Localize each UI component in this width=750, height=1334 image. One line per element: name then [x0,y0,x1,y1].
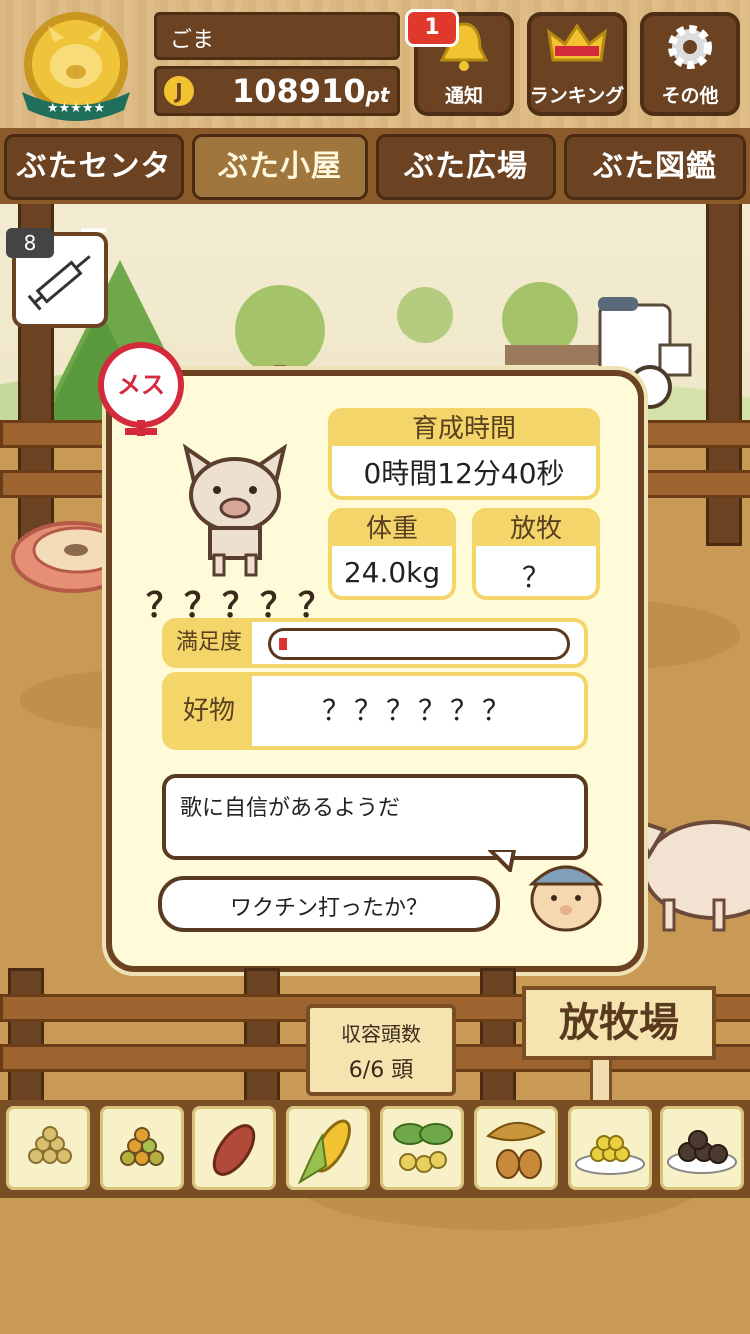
capacity-label: 収容頭数 [341,1022,421,1046]
ranch-sign-button[interactable]: 放牧場 [522,986,716,1060]
comment-bubble-tail [488,850,517,872]
notification-label: 通知 [444,85,483,107]
soybeans-icon [28,1126,72,1164]
food-slot-sweet-potato[interactable] [192,1106,276,1190]
fence-post-bottom-left [8,968,44,1110]
ranking-label: ランキング [529,85,625,107]
growth-time-box: 育成時間 0時間12分40秒 [332,412,596,496]
grazing-value: ？ [521,561,550,594]
pig-name: ？？？？？ [146,586,336,626]
grazing-label: 放牧 [476,512,596,546]
satisfaction-label: 満足度 [166,622,252,664]
notification-badge: 1 [408,12,456,44]
player-rank-medal-icon[interactable]: ★★★★★ [12,8,140,122]
vaccine-count: 8 [6,228,54,258]
growth-time-label: 育成時間 [332,412,596,446]
points-value: 108910pt [232,72,390,110]
tab-buta-center[interactable]: ぶたセンター [4,134,184,250]
satisfaction-box: 満足度 [166,622,584,664]
ranking-button[interactable]: ランキング [527,12,627,116]
food-slot-dark-balls[interactable] [660,1106,744,1190]
mixed-beans-icon [120,1127,164,1166]
growth-time-value: 0時間12分40秒 [363,457,565,490]
tree-small [397,287,453,343]
food-slot-nuts-leaves[interactable] [380,1106,464,1190]
weight-label: 体重 [332,512,452,546]
grazing-box: 放牧 ？ [476,512,596,596]
tab-buta-encyclopedia[interactable]: ぶた図鑑 [564,134,746,200]
piglet-illustration[interactable] [170,440,300,580]
pig-comment-text: 歌に自信があるようだ [180,796,401,821]
sweet-potato-icon [212,1124,256,1176]
crown-icon [527,20,627,87]
female-symbol-bar [125,428,157,435]
dark-balls-plate-icon [667,1130,737,1174]
satisfaction-bar [268,628,570,660]
food-slot-corn[interactable] [286,1106,370,1190]
pig-comment-bubble: 歌に自信があるようだ [162,774,588,860]
weight-value: 24.0kg [343,556,441,589]
username: ごま [170,28,215,53]
other-button[interactable]: その他 [640,12,740,116]
grain-plate-icon [575,1135,645,1175]
favorite-food-box: 好物 ？？？？？？ [166,676,584,746]
food-slot-soybeans[interactable] [6,1106,90,1190]
acorn-icon [486,1121,546,1179]
weight-box: 体重 24.0kg [332,512,452,596]
food-slot-mixed-beans[interactable] [100,1106,184,1190]
fence-post-bottom-mid [244,968,280,1110]
wandering-pig[interactable] [624,800,750,940]
nuts-leaves-icon [393,1123,453,1173]
fence-post-bottom-right [480,968,516,1110]
gear-icon [640,20,740,87]
farmer-question-bubble[interactable]: ワクチン打ったか？ [158,876,500,932]
favorite-food-value: ？？？？？？ [321,694,514,727]
capacity-sign: 収容頭数 6/6 頭 [306,1004,456,1096]
capacity-value: 6/6 頭 [348,1058,414,1083]
other-label: その他 [661,85,719,107]
corn-icon [297,1119,351,1185]
female-symbol-icon: メス [104,348,178,422]
coin-icon: J [164,76,194,106]
farmer-question-text: ワクチン打ったか？ [229,896,428,921]
favorite-food-label: 好物 [166,676,252,746]
satisfaction-bar-fill [279,638,287,650]
food-slot-grain-plate[interactable] [568,1106,652,1190]
farmer-face-icon[interactable] [520,850,612,932]
food-slot-acorn[interactable] [474,1106,558,1190]
tab-buta-barn[interactable]: ぶた小屋 [192,134,368,200]
svg-text:★★★★★: ★★★★★ [47,101,105,116]
tab-buta-plaza[interactable]: ぶた広場 [376,134,556,200]
